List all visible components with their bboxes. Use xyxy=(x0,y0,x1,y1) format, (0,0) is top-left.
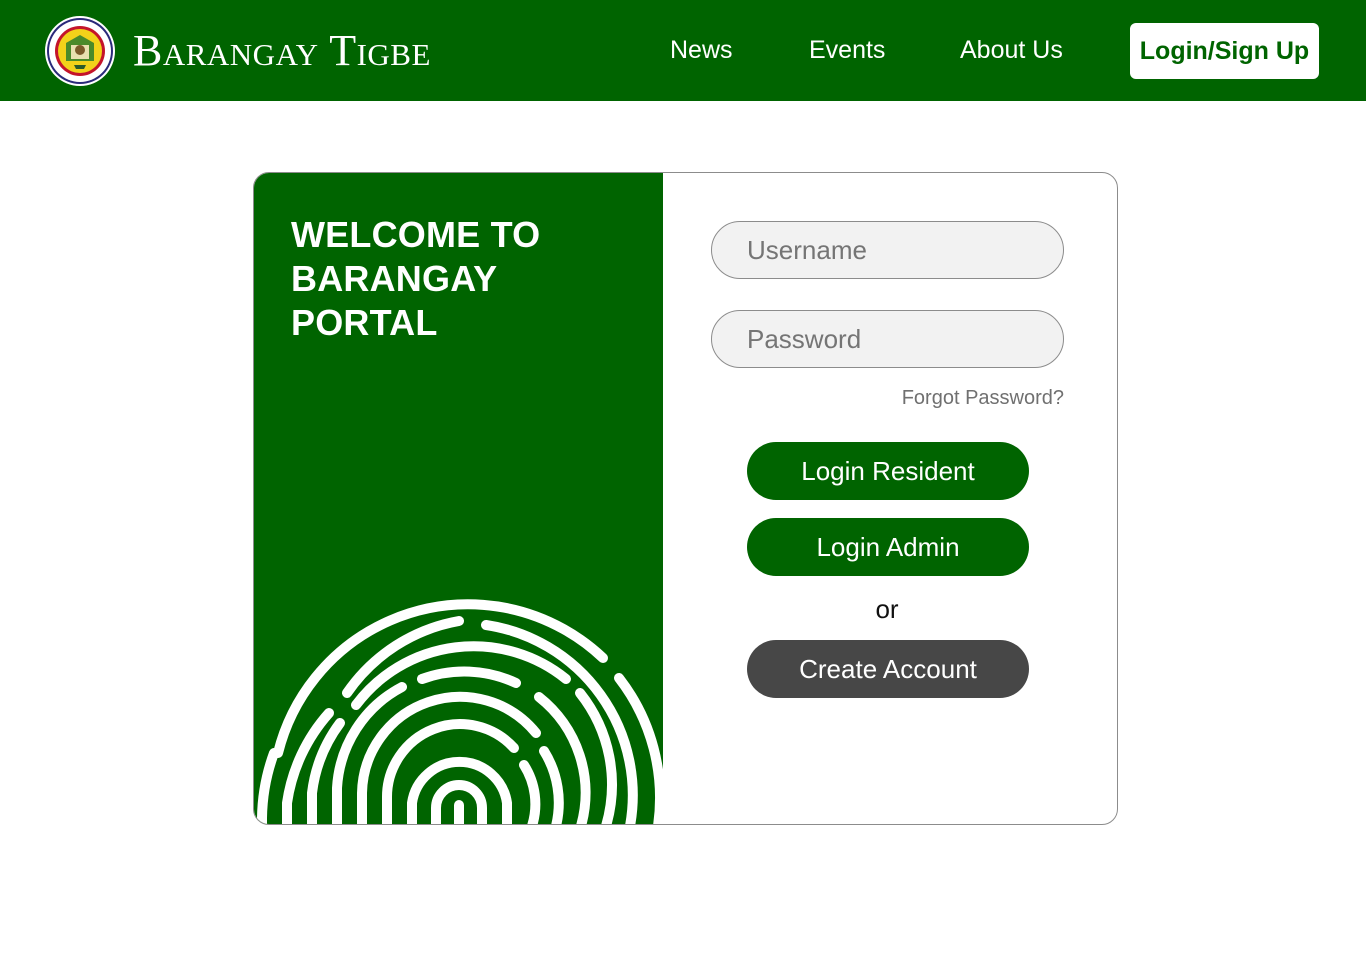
login-signup-button[interactable]: Login/Sign Up xyxy=(1130,23,1319,79)
welcome-panel: WELCOME TO BARANGAY PORTAL xyxy=(254,173,663,824)
login-resident-button[interactable]: Login Resident xyxy=(747,442,1029,500)
nav-events[interactable]: Events xyxy=(809,30,885,70)
nav-about-us[interactable]: About Us xyxy=(960,30,1063,70)
create-account-button[interactable]: Create Account xyxy=(747,640,1029,698)
nav-news[interactable]: News xyxy=(670,30,733,70)
welcome-line-2: BARANGAY PORTAL xyxy=(291,258,497,343)
or-divider-text: or xyxy=(875,594,899,624)
welcome-heading: WELCOME TO BARANGAY PORTAL xyxy=(291,213,651,345)
password-input[interactable] xyxy=(711,310,1064,368)
barangay-seal-icon[interactable] xyxy=(44,15,116,87)
login-admin-button[interactable]: Login Admin xyxy=(747,518,1029,576)
login-card: WELCOME TO BARANGAY PORTAL Username Forg… xyxy=(253,172,1118,825)
forgot-password-link[interactable]: Forgot Password? xyxy=(854,385,1064,411)
top-navbar: Barangay Tigbe News Events About Us Logi… xyxy=(0,0,1366,101)
username-input[interactable] xyxy=(711,221,1064,279)
fingerprint-icon xyxy=(257,599,663,824)
brand-title[interactable]: Barangay Tigbe xyxy=(133,25,431,77)
welcome-line-1: WELCOME TO xyxy=(291,214,541,255)
